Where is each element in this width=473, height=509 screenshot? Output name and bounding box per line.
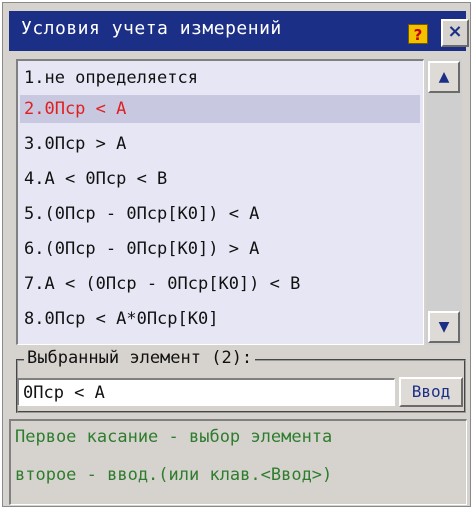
- hint-line-2: второе - ввод.(или клав.<Ввод>): [15, 465, 333, 485]
- list-item-4[interactable]: 4.A < 0Пср < B: [24, 165, 414, 193]
- list-item-1[interactable]: 1.не определяется: [24, 64, 414, 92]
- list-item-7[interactable]: 7.A < (0Пср - 0Пср[K0]) < B: [24, 270, 414, 298]
- scroll-down-button[interactable]: ▼: [428, 311, 460, 343]
- list-scrollbar[interactable]: ▲ ▼: [426, 59, 462, 345]
- enter-button[interactable]: Ввод: [399, 377, 463, 407]
- selected-element-label: Выбранный элемент (2):: [24, 348, 256, 368]
- scroll-up-button[interactable]: ▲: [428, 61, 460, 93]
- close-button[interactable]: ×: [441, 19, 469, 47]
- hint-line-1: Первое касание - выбор элемента: [15, 427, 333, 447]
- close-icon: ×: [447, 21, 463, 42]
- arrow-down-icon: ▼: [438, 319, 450, 335]
- hint-panel: Первое касание - выбор элемента второе -…: [9, 419, 467, 505]
- list-item-5[interactable]: 5.(0Пср - 0Пср[K0]) < A: [24, 200, 414, 228]
- list-item-8[interactable]: 8.0Пср < A*0Пср[K0]: [24, 305, 414, 333]
- list-item-2[interactable]: 2.0Пср < A: [20, 95, 420, 123]
- selected-element-field[interactable]: [17, 378, 395, 406]
- list-item-6[interactable]: 6.(0Пср - 0Пср[K0]) > A: [24, 235, 414, 263]
- dialog-window: Условия учета измерений ? × 1.не определ…: [2, 2, 471, 507]
- title-bar: Условия учета измерений ? ×: [9, 11, 469, 51]
- list-item-3[interactable]: 3.0Пср > A: [24, 130, 414, 158]
- window-title: Условия учета измерений: [21, 18, 282, 39]
- conditions-list: 1.не определяется 2.0Пср < A 3.0Пср > A …: [16, 59, 424, 345]
- help-icon[interactable]: ?: [408, 24, 428, 44]
- arrow-up-icon: ▲: [438, 69, 450, 85]
